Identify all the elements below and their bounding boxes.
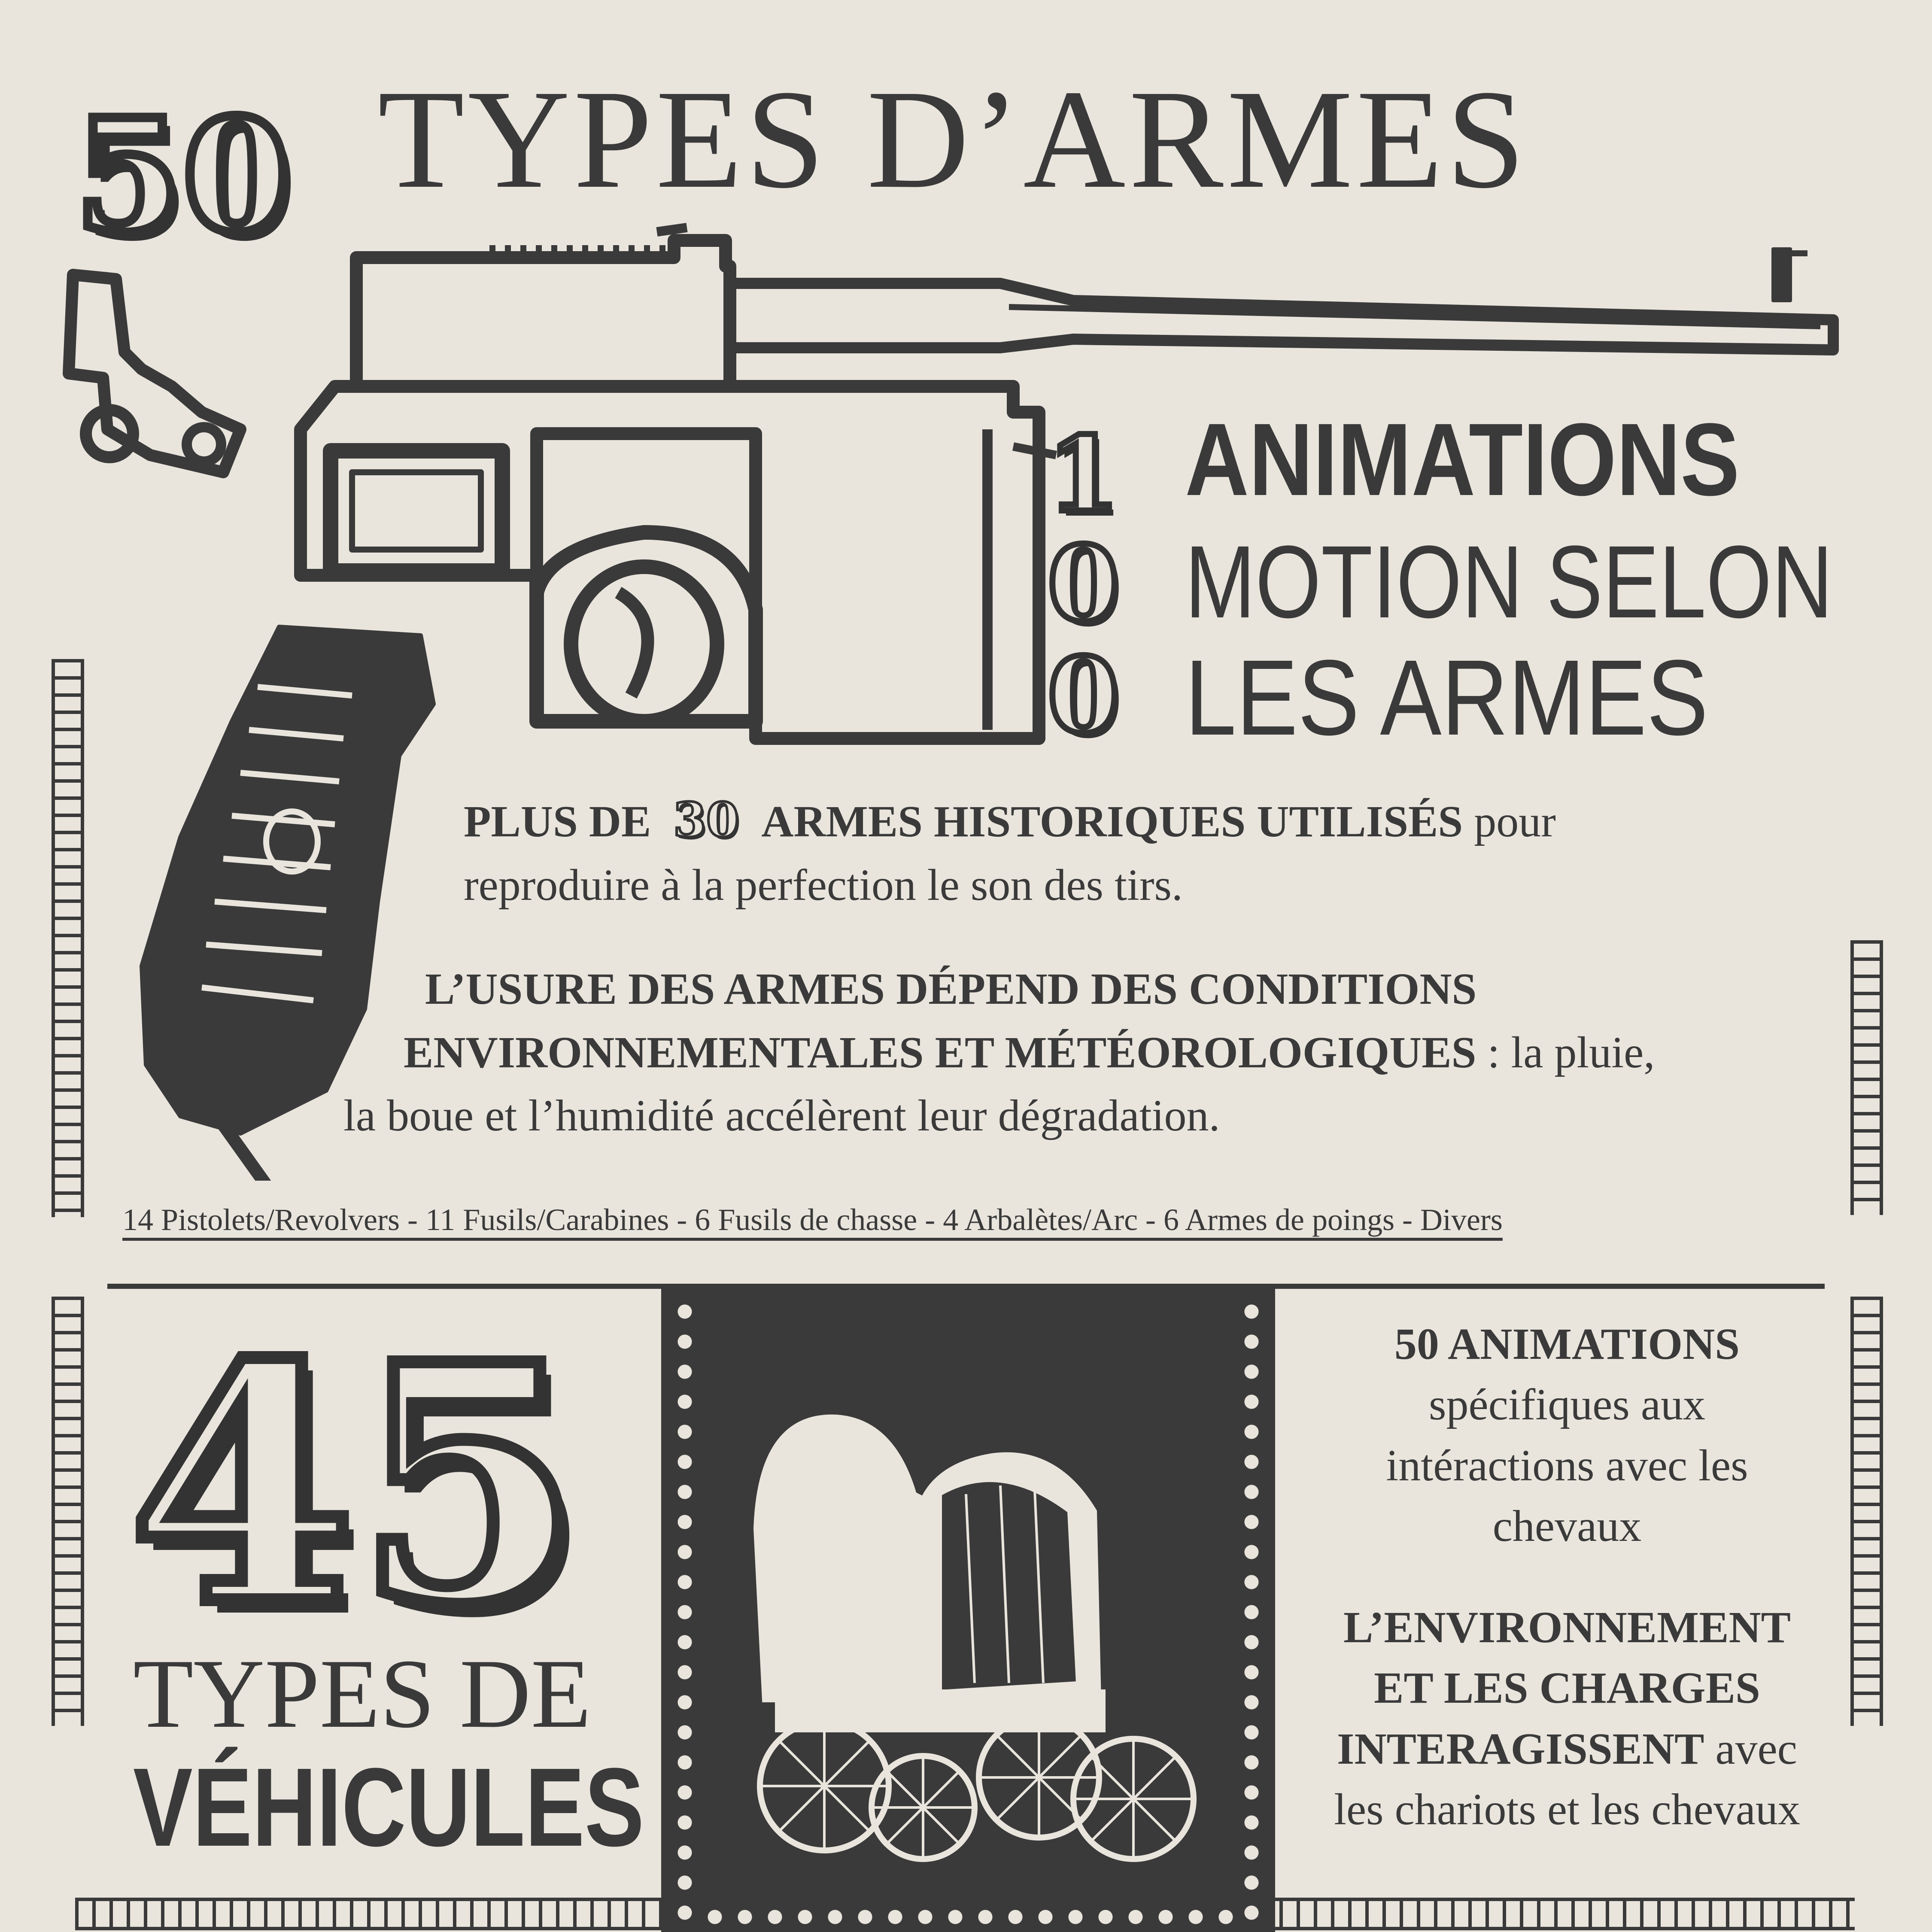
p2-bold-line2: ENVIRONNEMENTALES ET MÉTÉOROLOGIQUES [404,1027,1476,1077]
horse-animations-block: 50 ANIMATIONS spécifiques aux intéractio… [1292,1314,1842,1557]
r2-bold-2: ET LES CHARGES [1374,1663,1760,1713]
p1-number: 30 [672,792,740,848]
p1-line2: reproduire à la perfection le son des ti… [464,860,1183,910]
vehicles-title-line2: VÉHICULES [133,1745,644,1870]
environment-block: L’ENVIRONNEMENT ET LES CHARGES INTERAGIS… [1284,1597,1850,1840]
covered-wagon-illustration [753,1414,1197,1862]
animations-line-2: MOTION SELON [1185,524,1833,639]
left-border-ladder [52,659,84,1217]
bottom-left-ladder [52,1297,84,1726]
weapon-categories: 14 Pistolets/Revolvers - 11 Fusils/Carab… [122,1203,1503,1237]
counter-digit-1: 1 [1045,414,1122,535]
p2-bold-line1: L’USURE DES ARMES DÉPEND DES CONDITIONS [425,964,1477,1014]
right-border-ladder [1850,940,1883,1215]
p1-bold-a: PLUS DE [464,797,651,846]
r2-bold-1: L’ENVIRONNEMENT [1343,1603,1791,1652]
r1-line1: spécifiques aux [1428,1380,1705,1430]
bottom-right-ladder [1850,1297,1883,1726]
counter-digit-2: 0 [1045,523,1122,644]
r1-bold: 50 ANIMATIONS [1394,1319,1740,1369]
animations-line-3: LES ARMES [1185,638,1708,757]
r1-line3: chevaux [1492,1501,1642,1551]
p1-bold-b: ARMES HISTORIQUES UTILISÉS [761,797,1463,846]
r2-rest: avec [1715,1724,1797,1774]
weapon-wear-paragraph: L’USURE DES ARMES DÉPEND DES CONDITIONS … [343,957,1655,1148]
r2-last: les chariots et les chevaux [1334,1785,1800,1835]
animations-line-1: ANIMATIONS [1185,402,1740,517]
p2-line3: la boue et l’humidité accélèrent leur dé… [343,1091,1220,1141]
bottom-strip-right [1262,1898,1855,1930]
historic-weapons-paragraph: PLUS DE 30 ARMES HISTORIQUES UTILISÉS po… [464,790,1556,917]
counter-digit-3: 0 [1045,635,1122,756]
p1-rest: pour [1474,797,1556,846]
vehicles-count: 45 [122,1294,589,1677]
r1-line2: intéractions avec les [1386,1440,1748,1490]
r2-bold-3: INTERAGISSENT [1337,1724,1704,1774]
p2-rest: : la pluie, [1487,1027,1655,1077]
wagon-panel [661,1288,1275,1932]
bottom-strip [75,1898,668,1930]
vehicles-title-line1: TYPES DE [133,1639,592,1748]
